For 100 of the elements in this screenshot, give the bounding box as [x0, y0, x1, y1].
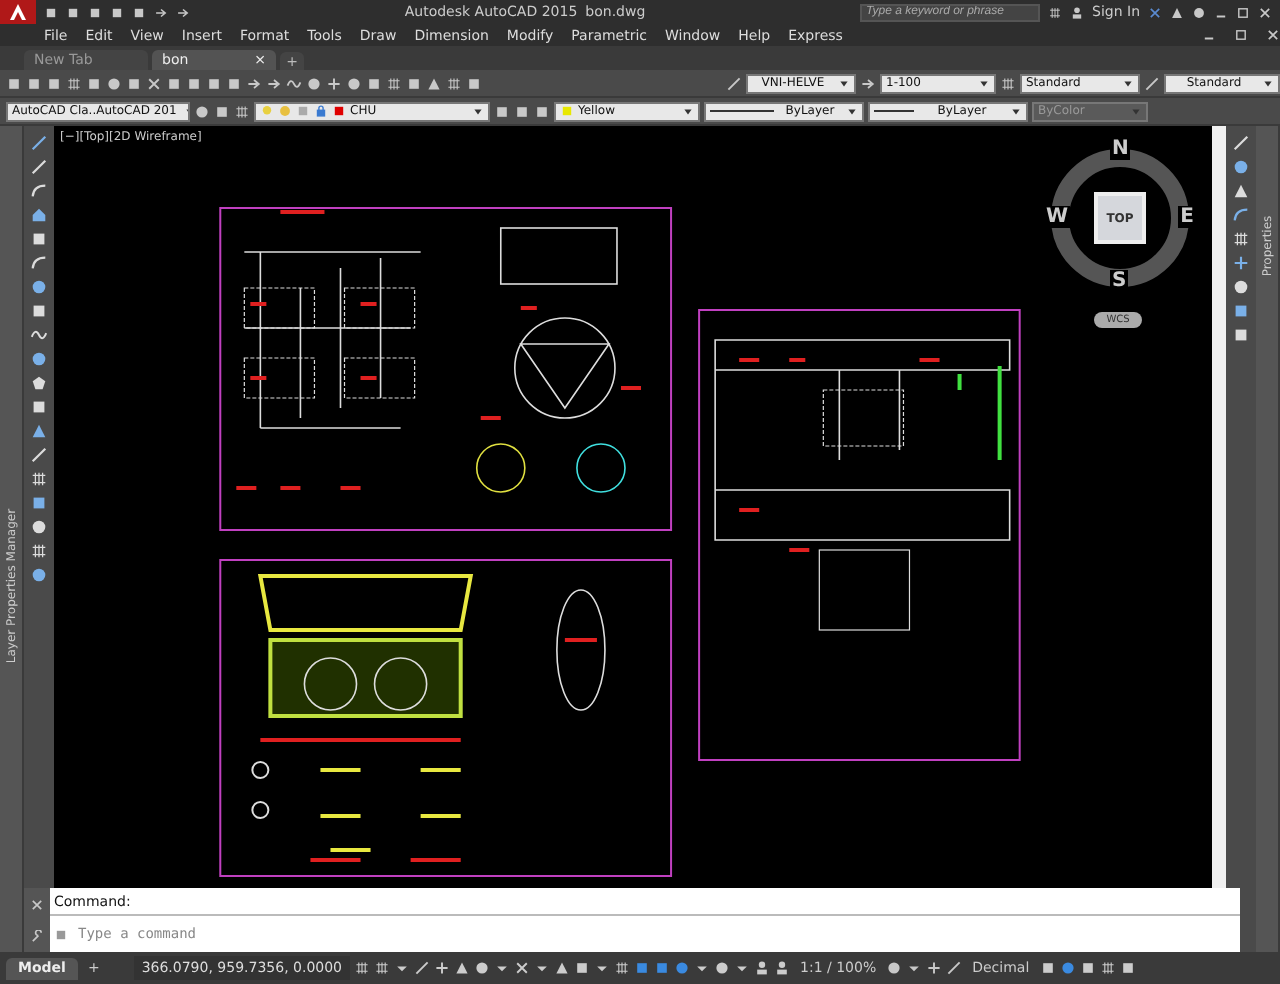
circle-icon[interactable]	[30, 518, 48, 536]
triangle-icon[interactable]	[554, 960, 571, 976]
circle-icon[interactable]	[194, 103, 210, 119]
circle-icon[interactable]	[106, 75, 122, 91]
square-icon[interactable]	[88, 5, 102, 19]
grid-icon[interactable]	[374, 960, 391, 976]
square-icon[interactable]	[332, 104, 346, 118]
circle-icon[interactable]	[306, 75, 322, 91]
plus-icon[interactable]	[1232, 254, 1250, 272]
circle-icon[interactable]	[30, 566, 48, 584]
square-icon[interactable]	[214, 103, 230, 119]
circle-icon[interactable]	[30, 278, 48, 296]
caret-icon[interactable]	[394, 960, 411, 976]
grid-icon[interactable]	[30, 542, 48, 560]
square-icon[interactable]	[494, 103, 510, 119]
caret-icon[interactable]	[734, 960, 751, 976]
circle-icon[interactable]	[1192, 5, 1207, 19]
polygon-icon[interactable]	[30, 374, 48, 392]
square-icon[interactable]	[26, 75, 42, 91]
grid-icon[interactable]	[1099, 960, 1116, 976]
arrow-icon[interactable]	[246, 75, 262, 91]
triangle-icon[interactable]	[1170, 5, 1185, 19]
square-icon[interactable]	[366, 75, 382, 91]
vertical-scrollbar[interactable]	[1212, 126, 1226, 888]
grid-icon[interactable]	[30, 470, 48, 488]
grid-icon[interactable]	[1000, 75, 1016, 91]
grid-icon[interactable]	[234, 103, 250, 119]
grid-icon[interactable]	[386, 75, 402, 91]
caret-icon[interactable]	[534, 960, 551, 976]
square-icon[interactable]	[1232, 302, 1250, 320]
plus-icon[interactable]	[326, 75, 342, 91]
square-icon[interactable]	[66, 5, 80, 19]
lock-icon[interactable]	[314, 104, 328, 118]
square-icon[interactable]	[406, 75, 422, 91]
square-icon[interactable]	[86, 75, 102, 91]
square-icon[interactable]	[30, 302, 48, 320]
arc-icon[interactable]	[30, 182, 48, 200]
square-icon[interactable]	[186, 75, 202, 91]
plus-icon[interactable]	[434, 960, 451, 976]
arrow-icon[interactable]	[154, 5, 168, 19]
arrow-icon[interactable]	[176, 5, 190, 19]
app-logo-icon[interactable]	[0, 0, 36, 24]
caret-icon[interactable]	[494, 960, 511, 976]
line-icon[interactable]	[30, 134, 48, 152]
square-icon[interactable]	[1039, 960, 1056, 976]
square-icon[interactable]	[126, 75, 142, 91]
arrow-icon[interactable]	[860, 75, 876, 91]
wave-icon[interactable]	[286, 75, 302, 91]
square-icon[interactable]	[226, 75, 242, 91]
square-icon[interactable]	[166, 75, 182, 91]
command-line-handle[interactable]	[24, 888, 50, 952]
caret-icon[interactable]	[594, 960, 611, 976]
line-icon[interactable]	[1232, 134, 1250, 152]
line-icon[interactable]	[30, 446, 48, 464]
square-icon[interactable]	[44, 5, 58, 19]
caret-icon[interactable]	[906, 960, 923, 976]
line-icon[interactable]	[946, 960, 963, 976]
square-icon[interactable]	[6, 75, 22, 91]
square-icon[interactable]	[1119, 960, 1136, 976]
triangle-icon[interactable]	[426, 75, 442, 91]
home-icon[interactable]	[30, 206, 48, 224]
wave-icon[interactable]	[30, 326, 48, 344]
person-icon[interactable]	[1070, 5, 1085, 19]
caret-icon[interactable]	[694, 960, 711, 976]
circle-icon[interactable]	[346, 75, 362, 91]
arc-icon[interactable]	[1232, 206, 1250, 224]
grid-icon[interactable]	[66, 75, 82, 91]
square-icon[interactable]	[110, 5, 124, 19]
plus-icon[interactable]	[926, 960, 943, 976]
square-icon[interactable]	[1232, 326, 1250, 344]
circle-icon[interactable]	[30, 350, 48, 368]
square-icon[interactable]	[132, 5, 146, 19]
square-icon[interactable]	[574, 960, 591, 976]
square-icon[interactable]	[30, 494, 48, 512]
close-icon[interactable]	[1258, 5, 1273, 19]
circle-icon[interactable]	[714, 960, 731, 976]
close-icon[interactable]	[30, 897, 44, 911]
square-icon[interactable]	[206, 75, 222, 91]
line-icon[interactable]	[30, 158, 48, 176]
square-icon[interactable]	[1079, 960, 1096, 976]
square-icon[interactable]	[46, 75, 62, 91]
grid-icon[interactable]	[354, 960, 371, 976]
square-icon[interactable]	[514, 103, 530, 119]
line-icon[interactable]	[726, 75, 742, 91]
circle-icon[interactable]	[1232, 278, 1250, 296]
line-icon[interactable]	[414, 960, 431, 976]
close-icon[interactable]	[514, 960, 531, 976]
circle-icon[interactable]	[886, 960, 903, 976]
square-icon[interactable]	[534, 103, 550, 119]
person-icon[interactable]	[754, 960, 771, 976]
square-icon[interactable]	[30, 398, 48, 416]
circle-icon[interactable]	[1232, 158, 1250, 176]
person-icon[interactable]	[774, 960, 791, 976]
wrench-icon[interactable]	[30, 929, 44, 943]
triangle-icon[interactable]	[454, 960, 471, 976]
line-icon[interactable]	[1144, 75, 1160, 91]
grid-icon[interactable]	[614, 960, 631, 976]
grid-icon[interactable]	[446, 75, 462, 91]
triangle-icon[interactable]	[1232, 182, 1250, 200]
arc-icon[interactable]	[30, 254, 48, 272]
